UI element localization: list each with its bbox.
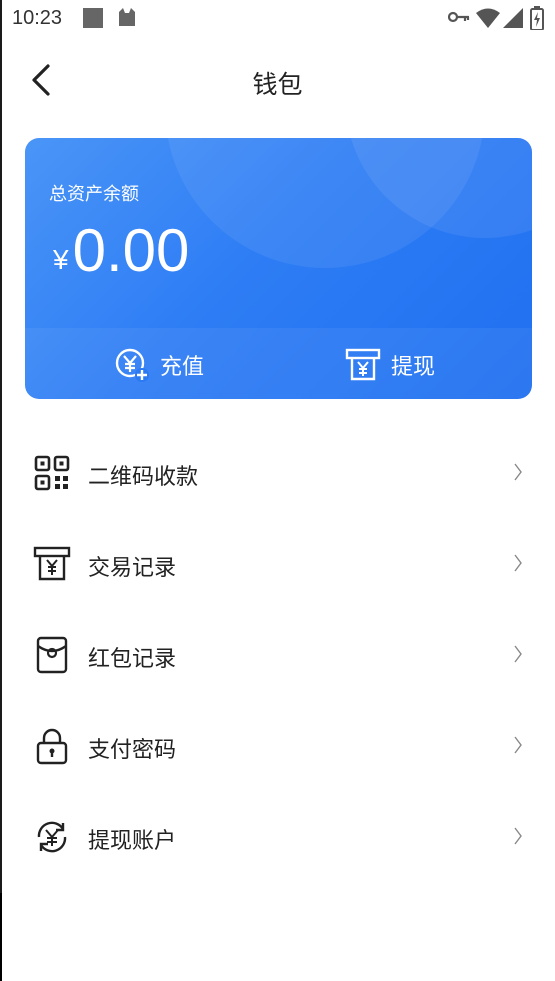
lock-icon: [36, 728, 68, 765]
vpn-key-icon: [448, 11, 470, 23]
chevron-right-icon: [514, 554, 522, 572]
balance-value: 0.00: [72, 217, 190, 284]
balance-card: 总资产余额 ¥0.00 充值 提现: [25, 138, 532, 399]
header: 钱包: [0, 50, 555, 110]
menu-item-label: 提现账户: [88, 829, 177, 854]
menu-item-transactions[interactable]: 交易记录: [0, 519, 555, 610]
page-title: 钱包: [252, 70, 303, 99]
qr-code-icon: [34, 455, 70, 491]
menu-item-label: 支付密码: [88, 738, 177, 763]
menu-item-qr-payment[interactable]: 二维码收款: [0, 428, 555, 519]
withdraw-label: 提现: [391, 355, 436, 380]
notification-square-icon: [83, 8, 103, 28]
recharge-yuan-icon: [115, 348, 149, 382]
recharge-button[interactable]: 充值: [114, 345, 204, 385]
menu-item-label: 交易记录: [88, 556, 177, 581]
chevron-right-icon: [514, 736, 522, 754]
currency-symbol: ¥: [53, 244, 69, 275]
red-packet-icon: [36, 636, 68, 674]
yuan-cycle-icon: [37, 821, 67, 853]
menu-item-red-packets[interactable]: 红包记录: [0, 610, 555, 701]
chevron-right-icon: [514, 827, 522, 845]
balance-label: 总资产余额: [49, 184, 139, 205]
menu-item-withdraw-account[interactable]: 提现账户: [0, 792, 555, 883]
cat-notification-icon: [119, 8, 135, 26]
receipt-yuan-icon: [33, 546, 71, 581]
withdraw-button[interactable]: 提现: [345, 345, 435, 385]
status-time: 10:23: [12, 7, 63, 29]
wifi-icon: [476, 8, 500, 28]
menu-item-payment-password[interactable]: 支付密码: [0, 701, 555, 792]
chevron-right-icon: [514, 645, 522, 663]
bottom-edge: [0, 893, 2, 981]
menu-item-label: 红包记录: [88, 647, 177, 672]
withdraw-receipt-icon: [345, 348, 381, 381]
battery-charging-icon: [530, 6, 544, 30]
signal-icon: [503, 8, 523, 28]
chevron-right-icon: [514, 463, 522, 481]
menu-list: 二维码收款 交易记录 红包记录 支付密码 提现账户: [0, 428, 555, 883]
recharge-label: 充值: [160, 355, 205, 380]
menu-item-label: 二维码收款: [88, 465, 199, 490]
status-bar: 10:23: [0, 0, 555, 38]
balance-amount: ¥0.00: [53, 216, 189, 285]
